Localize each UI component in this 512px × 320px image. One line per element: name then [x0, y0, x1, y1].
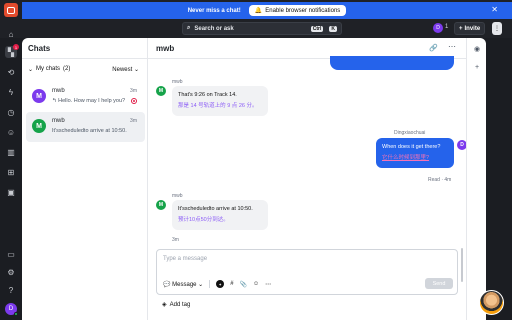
message-time: 3m — [172, 237, 179, 243]
kbd-k: K — [329, 25, 337, 32]
feedback-icon[interactable]: ▣ — [5, 186, 17, 198]
message-composer[interactable]: Type a message 💬 Message ⌄ ✦ # 📎 ☺ ⋯ Sen… — [156, 249, 458, 295]
help-icon[interactable]: ? — [5, 284, 17, 296]
chat-time: 3m — [130, 88, 137, 94]
message-text: That's 9:26 on Track 14. — [178, 92, 237, 98]
attachment-icon[interactable]: 📎 — [240, 281, 247, 288]
message-translation: 它什么时候到那里? — [382, 155, 430, 161]
composer-toolbar: 💬 Message ⌄ ✦ # 📎 ☺ ⋯ — [163, 280, 271, 288]
right-tools-rail: ◉ + — [466, 38, 486, 320]
incoming-message[interactable]: It'sscheduledto arrive at 10:50. 预计10点50… — [172, 200, 268, 230]
message-translation: 那是 14 号轨道上的 9 点 26 分。 — [178, 103, 258, 109]
close-icon[interactable]: ✕ — [491, 5, 498, 14]
avatar: M — [32, 89, 46, 103]
hashtag-icon[interactable]: # — [230, 281, 233, 287]
avatar: M — [32, 119, 46, 133]
settings-icon[interactable]: ⚙ — [5, 266, 17, 278]
plus-icon: + — [459, 25, 463, 32]
message-text: It'sscheduledto arrive at 10:50. — [178, 206, 253, 212]
add-tag-button[interactable]: ◈ Add tag — [162, 301, 191, 309]
home-icon[interactable]: ⌂ — [5, 28, 17, 40]
my-chats-label: My chats — [36, 66, 61, 72]
automation-icon[interactable]: ϟ — [5, 86, 17, 98]
chats-icon[interactable]: ▚ 1 — [5, 44, 19, 58]
my-chats-count: (2) — [63, 66, 71, 72]
message-sender: Dingxiaochuai — [394, 130, 426, 136]
sort-label: Newest — [112, 67, 133, 73]
read-status: Read · 4m — [428, 177, 452, 183]
search-icon: ⌕ — [187, 25, 191, 31]
avatar: M — [156, 200, 166, 210]
chat-preview: It'sscheduledto arrive at 10:50. — [52, 128, 127, 134]
message-translation: 预计10点50分到达。 — [178, 217, 229, 223]
invite-button[interactable]: + Invite — [454, 22, 486, 35]
chevron-down-icon: ⌄ — [133, 67, 139, 73]
message-mode-dropdown[interactable]: 💬 Message ⌄ — [163, 281, 203, 288]
traffic-icon[interactable]: ⟲ — [5, 66, 17, 78]
user-count: 1 — [445, 24, 449, 30]
vertical-menu-icon[interactable]: ⋮ — [492, 22, 502, 35]
app-logo[interactable] — [4, 3, 18, 17]
my-chats-toggle[interactable]: ⌄ My chats (2) — [28, 66, 70, 73]
emoji-icon[interactable]: ☺ — [253, 281, 259, 287]
reports-icon[interactable]: ▥ — [5, 146, 17, 158]
link-icon[interactable]: 🔗 — [429, 44, 438, 52]
divider — [22, 58, 148, 59]
conversation-panel: mwb 🔗 ⋯ mwb M That's 9:26 on Track 14. 那… — [148, 38, 467, 320]
enable-notifications-label: Enable browser notifications — [265, 7, 341, 14]
send-button[interactable]: Send — [425, 278, 453, 289]
avatar: M — [156, 86, 166, 96]
chat-list-panel: Chats ⌄ My chats (2) Newest ⌄ M mwb 3m ↰… — [22, 38, 148, 320]
rail-user-avatar[interactable]: D — [5, 303, 18, 316]
search-placeholder: Search or ask — [194, 25, 234, 32]
sort-dropdown[interactable]: Newest ⌄ — [112, 66, 139, 73]
chat-list-item-selected[interactable]: M mwb 3m It'sscheduledto arrive at 10:50… — [26, 112, 145, 142]
chat-time: 3m — [130, 118, 137, 124]
enable-notifications-button[interactable]: 🔔 Enable browser notifications — [248, 5, 347, 16]
chat-preview: ↰ Hello. How may I help you? — [52, 98, 126, 104]
search-input[interactable]: ⌕ Search or ask Ctrl K — [182, 22, 342, 35]
tag-icon: ◈ — [162, 302, 167, 308]
chats-title: Chats — [28, 44, 51, 53]
ai-assist-icon[interactable]: ✦ — [216, 280, 225, 288]
conversation-title: mwb — [156, 44, 175, 53]
add-widget-icon[interactable]: + — [472, 62, 482, 72]
more-tools-icon[interactable]: ⋯ — [265, 281, 271, 288]
billing-icon[interactable]: ▭ — [5, 248, 17, 260]
composer-placeholder: Type a message — [163, 256, 208, 262]
chat-name: mwb — [52, 118, 65, 124]
recording-icon — [131, 98, 137, 104]
message-sender: mwb — [172, 79, 183, 85]
top-bar: Never miss a chat! 🔔 Enable browser noti… — [0, 0, 512, 38]
chevron-down-icon: ⌄ — [28, 67, 34, 73]
outgoing-message[interactable]: When does it get there? 它什么时候到那里? — [376, 138, 454, 168]
notice-text: Never miss a chat! — [187, 7, 241, 14]
kbd-ctrl: Ctrl — [310, 25, 324, 32]
online-status-dot — [14, 312, 18, 316]
customer-details-icon[interactable]: ◉ — [472, 44, 482, 54]
previous-outgoing-bubble — [330, 56, 454, 70]
message-sender: mwb — [172, 193, 183, 199]
incoming-message[interactable]: That's 9:26 on Track 14. 那是 14 号轨道上的 9 点… — [172, 86, 268, 116]
rail-avatar-initial: D — [8, 306, 14, 312]
more-options-icon[interactable]: ⋯ — [448, 42, 456, 51]
unread-badge: 1 — [13, 44, 19, 50]
customers-icon[interactable]: ☺ — [5, 126, 17, 138]
invite-label: Invite — [464, 25, 481, 32]
message-text: When does it get there? — [382, 144, 441, 150]
notification-banner: Never miss a chat! 🔔 Enable browser noti… — [22, 2, 512, 19]
divider — [209, 280, 211, 288]
main-panel: Chats ⌄ My chats (2) Newest ⌄ M mwb 3m ↰… — [22, 38, 486, 320]
archive-icon[interactable]: ◷ — [5, 106, 17, 118]
apps-icon[interactable]: ⊞ — [5, 166, 17, 178]
agent-avatar-photo[interactable] — [479, 290, 504, 315]
left-navigation-rail: ⌂ ▚ 1 ⟲ ϟ ◷ ☺ ▥ ⊞ ▣ ▭ ⚙ ? — [0, 20, 22, 320]
chat-list-item[interactable]: M mwb 3m ↰ Hello. How may I help you? — [26, 82, 145, 112]
add-tag-label: Add tag — [169, 301, 191, 308]
bell-icon: 🔔 — [254, 8, 263, 14]
scrollbar[interactable] — [461, 248, 463, 282]
chat-name: mwb — [52, 88, 65, 94]
current-user-avatar[interactable]: D — [433, 23, 443, 33]
